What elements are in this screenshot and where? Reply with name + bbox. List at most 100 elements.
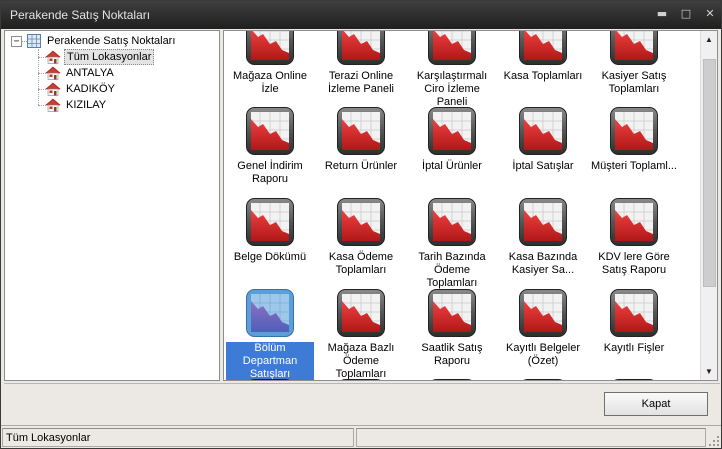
- report-icon-panel: Mağaza Online İzle Terazi Online İzleme …: [223, 30, 718, 381]
- scroll-down-icon[interactable]: ▼: [701, 363, 717, 380]
- maximize-icon[interactable]: □: [679, 7, 693, 21]
- report-chart-icon: [428, 379, 476, 381]
- report-chart-icon: [519, 107, 567, 155]
- report-label: Kasa Toplamları: [503, 70, 583, 82]
- report-label: Terazi Online İzleme Paneli: [327, 70, 395, 95]
- report-label: Karşılaştırmalı Ciro İzleme Paneli: [416, 70, 488, 108]
- report-label: İptal Ürünler: [422, 160, 482, 172]
- close-button[interactable]: Kapat: [604, 392, 708, 416]
- report-label: Müşteri Toplaml...: [591, 160, 677, 172]
- tree-item-label: KIZILAY: [66, 99, 107, 111]
- report-tile[interactable]: Return Ürünler: [317, 107, 405, 191]
- report-chart-icon: [337, 289, 385, 337]
- title-bar[interactable]: Perakende Satış Noktaları ▬ □ ✕: [1, 1, 721, 29]
- report-chart-icon: [519, 379, 567, 381]
- tree-item-tum-lokasyonlar[interactable]: Tüm Lokasyonlar: [45, 49, 155, 65]
- location-tree: − Perakende Satış Noktaları Tüm Lokasyon…: [4, 30, 220, 381]
- report-label: İptal Satışlar: [512, 160, 574, 172]
- tree-item-kizilay[interactable]: KIZILAY: [45, 97, 108, 113]
- report-tile[interactable]: Saatlik Satış Raporu: [408, 289, 496, 373]
- report-tile[interactable]: [499, 379, 587, 381]
- report-label: Kasiyer Satış Toplamları: [601, 70, 667, 95]
- report-chart-icon: [337, 198, 385, 246]
- report-label: Kayıtlı Belgeler (Özet): [506, 342, 580, 367]
- tree-root-node[interactable]: Perakende Satış Noktaları: [27, 33, 177, 49]
- report-label: Tarih Bazında Ödeme Toplamları: [418, 251, 486, 289]
- report-tile[interactable]: Terazi Online İzleme Paneli: [317, 30, 405, 101]
- report-chart-icon: [610, 30, 658, 65]
- report-label: Return Ürünler: [324, 160, 398, 172]
- report-tile[interactable]: İptal Ürünler: [408, 107, 496, 191]
- report-tile[interactable]: Mağaza Online İzle: [226, 30, 314, 101]
- report-label: Mağaza Online İzle: [233, 70, 307, 95]
- report-label: Kasa Bazında Kasiyer Sa...: [508, 251, 578, 276]
- report-tile[interactable]: [408, 379, 496, 381]
- report-chart-icon: [610, 107, 658, 155]
- report-chart-icon: [428, 107, 476, 155]
- report-chart-icon: [246, 107, 294, 155]
- report-chart-icon: [610, 289, 658, 337]
- report-tile[interactable]: Kasa Ödeme Toplamları: [317, 198, 405, 282]
- window-controls: ▬ □ ✕: [655, 7, 717, 21]
- tree-item-label: KADIKÖY: [66, 83, 115, 95]
- report-label: Mağaza Bazlı Ödeme Toplamları: [327, 342, 395, 380]
- tree-root-label: Perakende Satış Noktaları: [47, 35, 176, 47]
- status-cell-2: [356, 428, 706, 447]
- report-chart-icon: [519, 289, 567, 337]
- report-tile[interactable]: Tarih Bazında Ödeme Toplamları: [408, 198, 496, 289]
- vertical-scrollbar[interactable]: ▲ ▼: [700, 31, 717, 380]
- house-icon: [45, 98, 61, 112]
- report-tile[interactable]: Genel İndirim Raporu: [226, 107, 314, 191]
- report-chart-icon: [519, 30, 567, 65]
- house-icon: [45, 50, 61, 64]
- report-chart-icon: [428, 289, 476, 337]
- report-tile[interactable]: Müşteri Toplaml...: [590, 107, 678, 191]
- report-tile[interactable]: Kayıtlı Fişler: [590, 289, 678, 373]
- report-tile[interactable]: Kasa Bazında Kasiyer Sa...: [499, 198, 587, 282]
- tree-expander[interactable]: −: [11, 36, 22, 47]
- report-label: Kasa Ödeme Toplamları: [328, 251, 394, 276]
- report-chart-icon: [610, 379, 658, 381]
- report-tile[interactable]: Belge Dökümü: [226, 198, 314, 282]
- report-tile[interactable]: Kasiyer Satış Toplamları: [590, 30, 678, 101]
- house-icon: [45, 66, 61, 80]
- main-window: Perakende Satış Noktaları ▬ □ ✕ − Perake…: [0, 0, 722, 449]
- report-chart-icon: [519, 198, 567, 246]
- report-tile[interactable]: Kayıtlı Belgeler (Özet): [499, 289, 587, 373]
- minimize-icon[interactable]: ▬: [655, 7, 669, 21]
- report-chart-icon: [246, 198, 294, 246]
- report-label: KDV lere Göre Satış Raporu: [598, 251, 670, 276]
- report-tile[interactable]: İptal Satışlar: [499, 107, 587, 191]
- report-tile[interactable]: Mağaza Bazlı Ödeme Toplamları: [317, 289, 405, 380]
- report-tile[interactable]: Karşılaştırmalı Ciro İzleme Paneli: [408, 30, 496, 108]
- report-tile[interactable]: Kasa Toplamları: [499, 30, 587, 101]
- report-chart-icon: [610, 198, 658, 246]
- report-label: Belge Dökümü: [233, 251, 307, 263]
- tree-item-label: ANTALYA: [66, 67, 114, 79]
- report-label: Kayıtlı Fişler: [603, 342, 665, 354]
- resize-grip-icon[interactable]: [708, 435, 720, 447]
- window-title: Perakende Satış Noktaları: [10, 8, 151, 22]
- button-bar: Kapat: [4, 383, 720, 423]
- report-chart-icon: [246, 30, 294, 65]
- report-chart-icon: [246, 289, 294, 337]
- report-label: Genel İndirim Raporu: [237, 160, 303, 185]
- report-chart-icon: [428, 198, 476, 246]
- tree-item-label: Tüm Lokasyonlar: [64, 49, 155, 65]
- close-icon[interactable]: ✕: [703, 7, 717, 21]
- grid-icon: [27, 34, 41, 48]
- tree-item-antalya[interactable]: ANTALYA: [45, 65, 116, 81]
- report-tile[interactable]: [590, 379, 678, 381]
- report-tile-selected[interactable]: Bölüm Departman Satışları: [226, 289, 314, 380]
- report-label: Bölüm Departman Satışları: [226, 342, 314, 380]
- tree-item-kadikoy[interactable]: KADIKÖY: [45, 81, 117, 97]
- scroll-up-icon[interactable]: ▲: [701, 31, 717, 48]
- scroll-thumb[interactable]: [703, 59, 716, 287]
- report-chart-icon: [337, 379, 385, 381]
- report-tile[interactable]: [317, 379, 405, 381]
- status-bar: Tüm Lokasyonlar: [1, 425, 721, 448]
- report-tile[interactable]: [226, 379, 314, 381]
- report-tile[interactable]: KDV lere Göre Satış Raporu: [590, 198, 678, 282]
- status-location: Tüm Lokasyonlar: [2, 428, 354, 447]
- house-icon: [45, 82, 61, 96]
